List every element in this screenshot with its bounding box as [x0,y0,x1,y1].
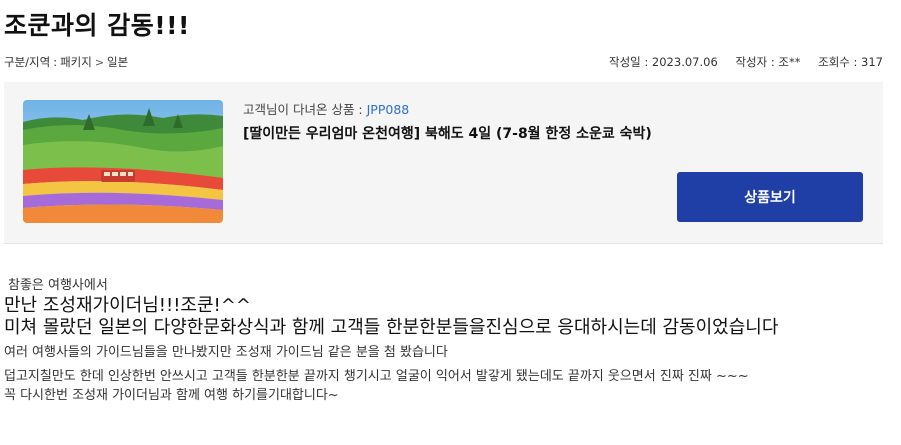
post-date: 작성일 : 2023.07.06 [609,55,718,69]
post-info: 작성일 : 2023.07.06 작성자 : 조** 조회수 : 317 [595,54,883,70]
review-line: 덥고지칠만도 한데 인상한번 안쓰시고 고객들 한분한분 끝까지 챙기시고 얼굴… [4,369,749,384]
breadcrumb-japan[interactable]: 일본 [107,55,128,69]
review-body: 참좋은 여행사에서 만난 조성재가이더님!!!조쿤!^^ 미쳐 몰랐던 일본의 … [4,276,891,405]
flower-field-photo-icon [23,100,223,223]
review-line: 참좋은 여행사에서 [8,278,108,293]
product-name[interactable]: [딸이만든 우리엄마 온천여행] 북해도 4일 (7-8월 한정 소운쿄 숙박) [243,123,652,143]
product-thumbnail[interactable] [23,100,223,223]
product-label: 고객님이 다녀온 상품 : JPP088 [243,99,409,118]
product-box: 고객님이 다녀온 상품 : JPP088 [딸이만든 우리엄마 온천여행] 북해… [4,82,883,244]
review-line: 꼭 다시한번 조성재 가이더님과 함께 여행 하기를기대합니다~ [4,388,339,403]
meta-row: 구분/지역: 패키지 > 일본 작성일 : 2023.07.06 작성자 : 조** … [4,54,883,70]
page-title: 조쿤과의 감동!!! [4,11,190,40]
view-product-button[interactable]: 상품보기 [677,172,863,222]
post-views: 조회수 : 317 [818,55,883,69]
breadcrumb-separator: : [53,55,58,69]
review-line: 여러 여행사들의 가이드님들을 만나봤지만 조성재 가이드님 같은 분을 첨 봤… [4,345,448,360]
breadcrumb-category: 구분/지역 [4,55,51,69]
product-code[interactable]: JPP088 [367,102,410,117]
breadcrumb-package[interactable]: 패키지 [60,55,92,69]
chevron-right-icon: > [94,56,105,69]
breadcrumb: 구분/지역: 패키지 > 일본 [4,54,128,70]
review-line: 만난 조성재가이더님!!!조쿤!^^ [4,295,251,316]
product-label-prefix: 고객님이 다녀온 상품 : [243,102,367,117]
post-author: 작성자 : 조** [735,55,801,69]
review-line: 미쳐 몰랐던 일본의 다양한문화상식과 함께 고객들 한분한분들을진심으로 응대… [4,317,779,338]
